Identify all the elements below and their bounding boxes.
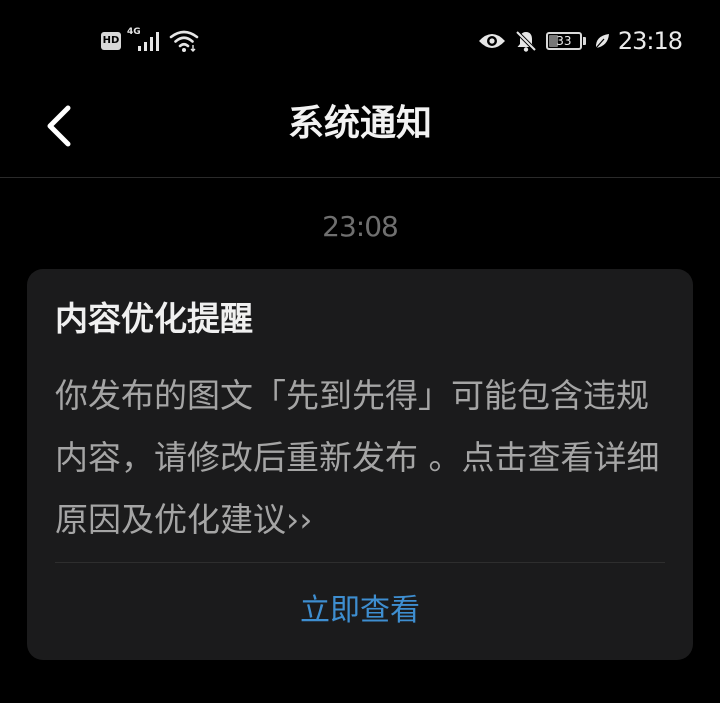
leaf-icon [595, 34, 609, 49]
battery-level: 33 [556, 34, 572, 48]
card-body[interactable]: 你发布的图文「先到先得」可能包含违规内容，请修改后重新发布 。点击查看详细原因及… [55, 365, 665, 551]
card-title: 内容优化提醒 [55, 299, 253, 338]
card-divider [55, 562, 665, 563]
status-bar: HD 4G 33 23:18 [0, 0, 720, 84]
nav-header: 系统通知 [0, 84, 720, 178]
hd-icon: HD [101, 32, 121, 50]
page-title: 系统通知 [287, 103, 432, 144]
view-now-button[interactable]: 立即查看 [27, 587, 693, 635]
message-timestamp: 23:08 [322, 210, 399, 243]
signal-icon: 4G [127, 27, 163, 55]
eye-icon [478, 34, 505, 48]
notification-card: 内容优化提醒 你发布的图文「先到先得」可能包含违规内容，请修改后重新发布 。点击… [27, 269, 693, 660]
wifi-icon [169, 30, 199, 52]
battery-icon: 33 [545, 32, 586, 50]
status-left-group: HD 4G [101, 26, 199, 56]
status-clock: 23:18 [617, 27, 683, 55]
status-right-group: 33 23:18 [478, 26, 683, 56]
bell-off-icon [515, 30, 537, 52]
